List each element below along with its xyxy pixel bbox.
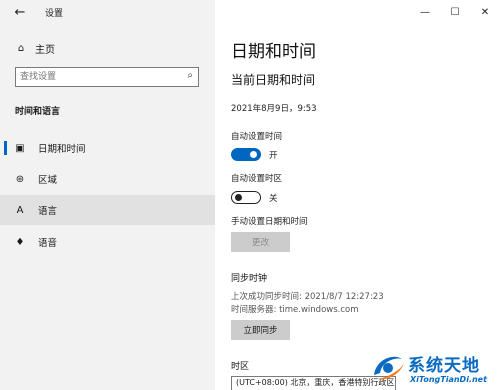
change-button[interactable]: 更改: [231, 232, 290, 252]
home-icon: ⌂: [17, 42, 25, 54]
sidebar-item-speech[interactable]: ♦ 语音: [0, 227, 215, 257]
search-input[interactable]: [20, 70, 170, 84]
page-title: 日期和时间: [231, 42, 316, 62]
titlebar-left: ← 设置: [0, 0, 215, 26]
sidebar-item-region[interactable]: ⊛ 区域: [0, 164, 215, 194]
time-server-text: 时间服务器: time.windows.com: [231, 305, 359, 315]
sidebar-item-label: 语音: [38, 238, 58, 249]
search-box[interactable]: ⌕: [15, 67, 199, 87]
home-label: 主页: [35, 44, 55, 56]
watermark-subtitle: XiTongTianDi.net: [410, 375, 487, 384]
globe-icon: ⊛: [15, 173, 25, 185]
auto-timezone-row: 关: [231, 191, 278, 204]
back-arrow-icon[interactable]: ←: [10, 4, 30, 22]
watermark-logo: 系统天地 XiTongTianDi.net: [370, 349, 500, 390]
section-heading: 时间和语言: [15, 107, 61, 117]
window-controls: — ☐ ✕: [410, 0, 500, 24]
watermark-title: 系统天地: [408, 356, 480, 376]
search-icon[interactable]: ⌕: [187, 70, 193, 81]
sidebar-item-home[interactable]: ⌂ 主页: [15, 40, 55, 56]
sync-heading: 同步时钟: [231, 274, 268, 284]
app-title: 设置: [45, 9, 64, 19]
calendar-clock-icon: ▣: [15, 142, 25, 154]
sidebar: ← 设置 ⌂ 主页 ⌕ 时间和语言 ▣ 日期和时间 ⊛ 区域 A 语言 ♦ 语音: [0, 0, 215, 390]
sync-now-button[interactable]: 立即同步: [231, 320, 290, 340]
toggle-state-text: 开: [269, 150, 278, 161]
auto-time-toggle[interactable]: [231, 148, 261, 161]
timezone-heading: 时区: [231, 362, 250, 372]
close-icon[interactable]: ✕: [470, 0, 500, 24]
manual-datetime-label: 手动设置日期和时间: [231, 217, 308, 227]
sidebar-item-label: 语言: [38, 206, 58, 217]
toggle-knob: [250, 151, 257, 158]
watermark-swoosh-icon: [374, 356, 404, 380]
microphone-icon: ♦: [15, 236, 25, 248]
auto-time-row: 开: [231, 148, 278, 161]
toggle-knob: [235, 193, 242, 201]
sidebar-item-language[interactable]: A 语言: [0, 195, 215, 225]
auto-timezone-label: 自动设置时区: [231, 174, 283, 184]
sidebar-item-label: 日期和时间: [38, 144, 86, 155]
sidebar-item-label: 区域: [38, 175, 58, 186]
maximize-icon[interactable]: ☐: [440, 0, 470, 24]
minimize-icon[interactable]: —: [410, 0, 440, 24]
auto-time-label: 自动设置时间: [231, 132, 283, 142]
toggle-state-text: 关: [269, 193, 278, 204]
section-subtitle: 当前日期和时间: [231, 73, 316, 87]
auto-timezone-toggle[interactable]: [231, 191, 261, 204]
last-sync-text: 上次成功同步时间: 2021/8/7 12:27:23: [231, 292, 384, 302]
sidebar-item-date-time[interactable]: ▣ 日期和时间: [0, 133, 215, 163]
current-datetime: 2021年8月9日，9:53: [231, 104, 317, 114]
language-icon: A: [16, 204, 24, 216]
